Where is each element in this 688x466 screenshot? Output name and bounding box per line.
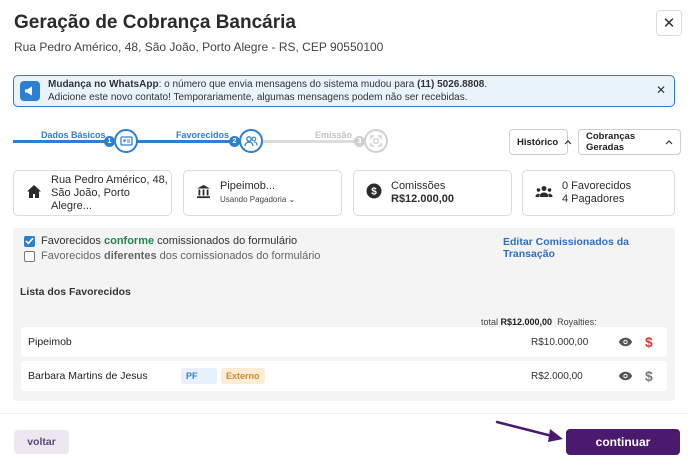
dollar-icon[interactable]: $: [645, 368, 653, 384]
pagadores-count: 4 Pagadores: [562, 193, 625, 205]
banner-bold-label: Mudança no WhatsApp: [48, 79, 159, 90]
banner-close-icon[interactable]: ✕: [656, 83, 666, 97]
payee-amount: R$10.000,00: [531, 336, 589, 348]
favorecidos-panel: Favorecidos conforme comissionados do fo…: [13, 228, 675, 401]
bank-payment-mode: Usando Pagadoria: [220, 195, 287, 204]
step-label-emissao[interactable]: Emissão: [315, 130, 352, 140]
edit-commissioned-link[interactable]: Editar Comissionados da Transação: [503, 236, 675, 260]
close-icon: ✕: [662, 15, 676, 32]
close-button[interactable]: ✕: [656, 10, 682, 36]
home-icon: [26, 184, 42, 203]
commission-value: R$12.000,00: [391, 193, 454, 205]
option-conforme-label: Favorecidos conforme comissionados do fo…: [41, 235, 298, 247]
person-type-tag: PF: [181, 368, 217, 384]
step-label-dados-basicos[interactable]: Dados Básicos: [41, 130, 106, 140]
eye-icon[interactable]: [618, 369, 633, 384]
eye-icon[interactable]: [618, 335, 633, 350]
dollar-icon[interactable]: $: [645, 334, 653, 350]
historico-dropdown[interactable]: Histórico: [509, 129, 572, 155]
users-icon[interactable]: [239, 129, 263, 153]
bank-name: Pipeimob...: [220, 180, 276, 192]
banner-text: Mudança no WhatsApp: o número que envia …: [48, 79, 488, 103]
commission-card: $ Comissões R$12.000,00: [353, 170, 512, 216]
progress-stepper: Dados Básicos 1 Favorecidos 2 Emissão 3: [13, 126, 403, 156]
checkbox-checked-icon[interactable]: [24, 235, 35, 247]
payee-list-title: Lista dos Favorecidos: [20, 286, 131, 298]
scan-icon[interactable]: [364, 129, 388, 153]
continue-button[interactable]: continuar: [566, 429, 680, 455]
group-icon: [535, 185, 553, 202]
footer-divider: [0, 413, 688, 414]
payee-list-total: total R$12.000,00 Royalties:: [481, 317, 597, 327]
payee-name: Pipeimob: [28, 336, 72, 348]
property-line2: São João, Porto Alegre...: [51, 186, 130, 212]
svg-text:$: $: [371, 187, 377, 198]
checkbox-unchecked-icon[interactable]: [24, 250, 35, 262]
chevron-up-icon: [665, 137, 673, 148]
cobrancas-geradas-label: Cobranças Geradas: [586, 131, 636, 153]
commission-label: Comissões: [391, 180, 446, 192]
bank-card[interactable]: Pipeimob... Usando Pagadoria ⌄: [183, 170, 342, 216]
back-button[interactable]: voltar: [14, 430, 69, 454]
id-card-icon[interactable]: [114, 129, 138, 153]
payee-amount: R$2.000,00: [531, 370, 583, 382]
megaphone-icon: [20, 81, 40, 101]
option-diferentes-label: Favorecidos diferentes dos comissionados…: [41, 250, 321, 262]
whatsapp-notice-banner: Mudança no WhatsApp: o número que envia …: [13, 75, 675, 107]
property-line1: Rua Pedro Américo, 48,: [51, 173, 168, 186]
property-card: Rua Pedro Américo, 48, São João, Porto A…: [13, 170, 172, 216]
cobrancas-geradas-dropdown[interactable]: Cobranças Geradas: [578, 129, 681, 155]
option-conforme[interactable]: Favorecidos conforme comissionados do fo…: [24, 235, 297, 247]
chevron-up-icon: [564, 137, 572, 148]
option-diferentes[interactable]: Favorecidos diferentes dos comissionados…: [24, 250, 320, 262]
payee-name: Barbara Martins de Jesus: [28, 370, 148, 382]
payees-card: 0 Favorecidos 4 Pagadores: [522, 170, 675, 216]
historico-label: Histórico: [517, 136, 559, 148]
step-label-favorecidos[interactable]: Favorecidos: [176, 130, 229, 140]
dialog-title: Geração de Cobrança Bancária: [14, 12, 296, 33]
table-row: Pipeimob R$10.000,00 $: [21, 327, 667, 357]
chevron-down-icon[interactable]: ⌄: [289, 195, 296, 204]
dollar-circle-icon: $: [366, 183, 382, 203]
dialog-address: Rua Pedro Américo, 48, São João, Porto A…: [14, 40, 384, 54]
favorecidos-count: 0 Favorecidos: [562, 180, 632, 192]
bank-icon: [196, 184, 211, 203]
origin-tag: Externo: [221, 368, 265, 384]
banner-phone: (11) 5026.8808: [417, 79, 485, 90]
table-row: Barbara Martins de Jesus PF Externo R$2.…: [21, 361, 667, 391]
